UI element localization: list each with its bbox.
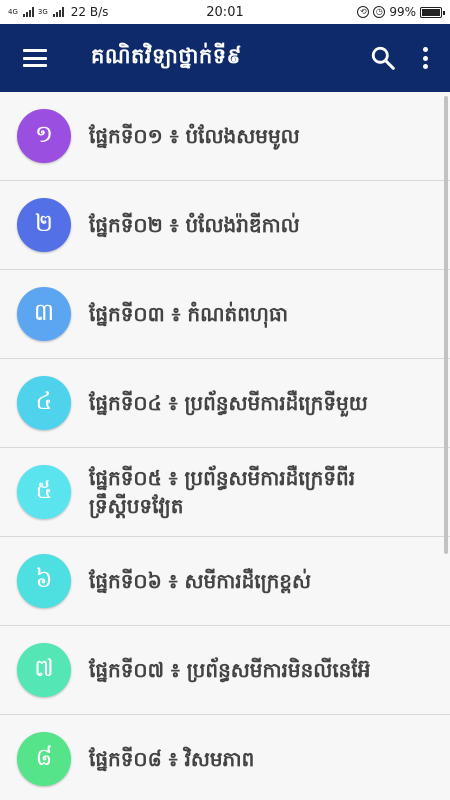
chapter-number-badge: ៨ (17, 732, 71, 786)
network-speed: 22 B/s (70, 5, 109, 19)
list-item[interactable]: ៣ ផ្នែកទី០៣ ៖ កំណត់ពហុធា (0, 270, 450, 359)
status-right: ⟲ ◷ 99% (357, 5, 445, 19)
app-bar: គណិតវិទ្យាថ្នាក់ទី៩ (0, 24, 450, 92)
chapter-number-badge: ១ (17, 109, 71, 163)
chapter-title: ផ្នែកទី០៥ ៖ ប្រព័ន្ធសមីការដឺក្រេទីពីរ ទ្… (89, 466, 356, 518)
network-type-label: 4G (8, 7, 18, 16)
chapter-title: ផ្នែកទី០៣ ៖ កំណត់ពហុធា (89, 302, 288, 326)
alarm-clock-icon: ◷ (373, 6, 386, 18)
list-item[interactable]: ៦ ផ្នែកទី០៦ ៖ សមីការដឺក្រេខ្ពស់ (0, 537, 450, 626)
chapter-number-badge: ៧ (17, 643, 71, 697)
hamburger-menu-icon[interactable] (23, 49, 47, 67)
list-item[interactable]: ៥ ផ្នែកទី០៥ ៖ ប្រព័ន្ធសមីការដឺក្រេទីពីរ ទ… (0, 448, 450, 537)
chapter-title: ផ្នែកទី០៨ ៖ វិសមភាព (89, 747, 255, 771)
network-type-label-2: 3G (37, 7, 48, 16)
list-item[interactable]: ៧ ផ្នែកទី០៧ ៖ ប្រព័ន្ធសមីការមិនលីនេអ៊ែ (0, 626, 450, 715)
chapter-list: ១ ផ្នែកទី០១ ៖ បំលែងសមមូល២ ផ្នែកទី០២ ៖ បំលែ… (0, 92, 450, 800)
status-bar: 4G 3G 22 B/s 20:01 ⟲ ◷ 99% (0, 0, 450, 24)
status-time: 20:01 (206, 4, 244, 20)
battery-percent: 99% (389, 5, 416, 19)
app-title: គណិតវិទ្យាថ្នាក់ទី៩ (91, 43, 242, 68)
signal-icon-2 (52, 7, 64, 17)
signal-icon (22, 7, 34, 17)
battery-icon (420, 6, 445, 18)
list-item[interactable]: ៨ ផ្នែកទី០៨ ៖ វិសមភាព (0, 715, 450, 800)
battery-fill (422, 8, 440, 16)
scrollbar[interactable] (444, 96, 448, 554)
list-item[interactable]: ៤ ផ្នែកទី០៤ ៖ ប្រព័ន្ធសមីការដឺក្រេទីមួយ (0, 359, 450, 448)
more-vert-icon[interactable] (422, 47, 428, 69)
chapter-number-badge: ៣ (17, 287, 71, 341)
chapter-title: ផ្នែកទី០៦ ៖ សមីការដឺក្រេខ្ពស់ (89, 569, 312, 593)
list-item[interactable]: ១ ផ្នែកទី០១ ៖ បំលែងសមមូល (0, 92, 450, 181)
status-left: 4G 3G 22 B/s (8, 5, 108, 19)
chapter-title: ផ្នែកទី០២ ៖ បំលែងរ៉ាឌីកាល់ (89, 213, 300, 237)
chapter-title: ផ្នែកទី០៤ ៖ ប្រព័ន្ធសមីការដឺក្រេទីមួយ (89, 391, 368, 415)
chapter-title: ផ្នែកទី០១ ៖ បំលែងសមមូល (89, 124, 300, 148)
chapter-number-badge: ៦ (17, 554, 71, 608)
lock-rotation-icon: ⟲ (357, 6, 370, 18)
chapter-number-badge: ៤ (17, 376, 71, 430)
list-item[interactable]: ២ ផ្នែកទី០២ ៖ បំលែងរ៉ាឌីកាល់ (0, 181, 450, 270)
chapter-title: ផ្នែកទី០៧ ៖ ប្រព័ន្ធសមីការមិនលីនេអ៊ែ (89, 658, 371, 682)
chapter-number-badge: ៥ (17, 465, 71, 519)
chapter-number-badge: ២ (17, 198, 71, 252)
search-icon[interactable] (370, 45, 396, 71)
